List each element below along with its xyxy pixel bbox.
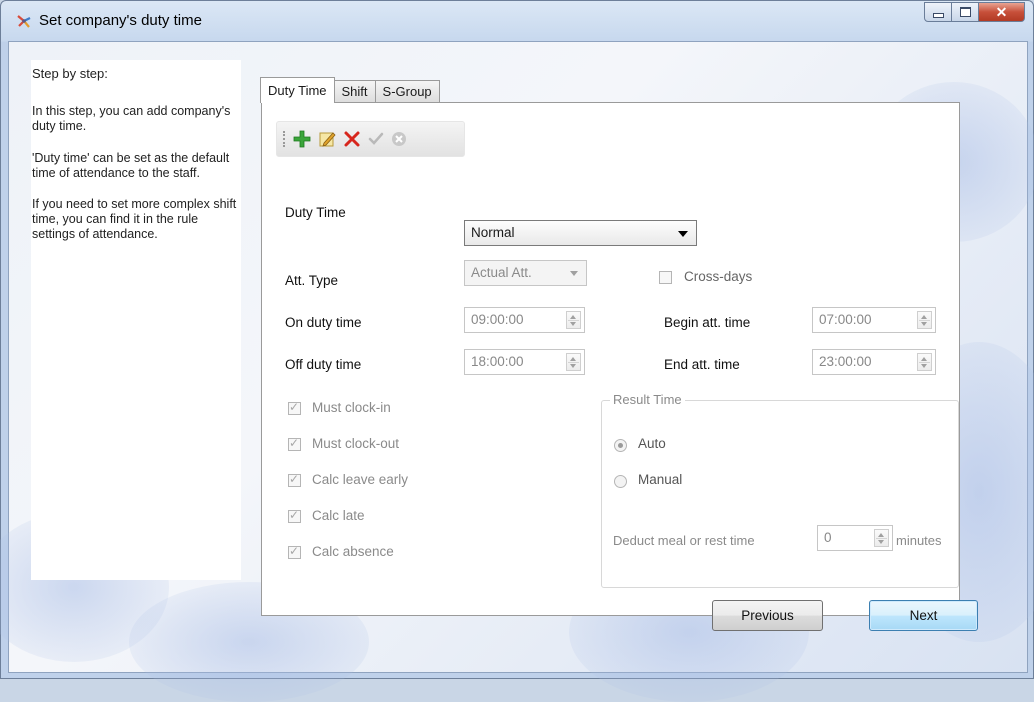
calc-absence-label: Calc absence xyxy=(312,544,394,559)
close-button[interactable]: ✕ xyxy=(979,2,1025,22)
end-att-time-input[interactable]: 23:00:00 xyxy=(812,349,936,375)
must-clock-out-checkbox[interactable] xyxy=(288,436,301,451)
att-type-label: Att. Type xyxy=(285,273,339,288)
off-duty-label: Off duty time xyxy=(285,357,362,372)
duty-time-value: Normal xyxy=(471,225,515,240)
minutes-label: minutes xyxy=(896,533,942,548)
off-duty-value: 18:00:00 xyxy=(471,354,524,369)
dialog-body: Step by step: In this step, you can add … xyxy=(0,41,1034,702)
att-type-value: Actual Att. xyxy=(471,265,532,280)
duty-time-label: Duty Time xyxy=(285,205,346,220)
cross-days-checkbox[interactable] xyxy=(659,271,672,284)
duty-time-panel: Duty Time Normal Att. Type Actual Att. C… xyxy=(261,102,960,616)
spinner-icon[interactable] xyxy=(917,311,932,329)
calc-late-checkbox[interactable] xyxy=(288,508,301,523)
off-duty-time-input[interactable]: 18:00:00 xyxy=(464,349,585,375)
edit-icon xyxy=(319,132,336,147)
help-heading: Step by step: xyxy=(32,66,108,81)
help-panel: Step by step: In this step, you can add … xyxy=(31,60,241,580)
help-paragraph: In this step, you can add company's duty… xyxy=(32,104,231,133)
help-paragraph: 'Duty time' can be set as the default ti… xyxy=(32,151,230,180)
maximize-icon xyxy=(959,7,971,17)
help-paragraph: If you need to set more complex shift ti… xyxy=(32,197,237,241)
result-time-title: Result Time xyxy=(610,392,685,407)
must-clock-in-checkbox[interactable] xyxy=(288,400,301,415)
result-time-group: Result Time Auto Manual Deduct meal or r… xyxy=(601,392,959,588)
duty-time-select[interactable]: Normal xyxy=(464,220,697,246)
delete-button[interactable] xyxy=(341,128,363,150)
add-button[interactable] xyxy=(291,128,313,150)
cancel-icon xyxy=(392,132,406,146)
tab-s-group[interactable]: S-Group xyxy=(374,80,440,103)
tab-duty-time[interactable]: Duty Time xyxy=(260,77,335,103)
confirm-icon xyxy=(368,132,384,145)
window-title: Set company's duty time xyxy=(39,12,202,29)
add-icon xyxy=(293,130,311,148)
deduct-label: Deduct meal or rest time xyxy=(613,533,755,548)
must-clock-in-label: Must clock-in xyxy=(312,400,391,415)
begin-att-time-input[interactable]: 07:00:00 xyxy=(812,307,936,333)
begin-att-value: 07:00:00 xyxy=(819,312,872,327)
app-icon xyxy=(17,15,31,28)
minimize-button[interactable] xyxy=(924,2,952,22)
calc-late-label: Calc late xyxy=(312,508,365,523)
must-clock-out-label: Must clock-out xyxy=(312,436,400,451)
dialog-window: Set company's duty time ✕ Step by step: … xyxy=(0,0,1034,702)
on-duty-time-input[interactable]: 09:00:00 xyxy=(464,307,585,333)
calc-leave-early-checkbox[interactable] xyxy=(288,472,301,487)
manual-radio[interactable] xyxy=(614,475,627,488)
auto-radio[interactable] xyxy=(614,439,627,452)
next-button[interactable]: Next xyxy=(869,600,978,631)
spinner-icon[interactable] xyxy=(566,311,581,329)
confirm-button[interactable] xyxy=(365,128,387,150)
chevron-down-icon xyxy=(678,231,688,237)
tab-shift[interactable]: Shift xyxy=(333,80,376,103)
att-type-select[interactable]: Actual Att. xyxy=(464,260,587,286)
cancel-button[interactable] xyxy=(388,128,410,150)
chevron-down-icon xyxy=(570,271,578,276)
cross-days-label: Cross-days xyxy=(684,269,753,284)
end-att-value: 23:00:00 xyxy=(819,354,872,369)
calc-absence-checkbox[interactable] xyxy=(288,544,301,559)
end-att-label: End att. time xyxy=(664,357,740,372)
begin-att-label: Begin att. time xyxy=(664,315,751,330)
on-duty-value: 09:00:00 xyxy=(471,312,524,327)
toolbar-grip[interactable] xyxy=(283,131,287,147)
on-duty-label: On duty time xyxy=(285,315,362,330)
spinner-icon[interactable] xyxy=(874,529,889,547)
minimize-icon xyxy=(932,12,944,18)
delete-icon xyxy=(344,131,360,147)
title-bar[interactable]: Set company's duty time ✕ xyxy=(1,1,1033,41)
previous-button[interactable]: Previous xyxy=(712,600,823,631)
toolbar xyxy=(276,121,465,157)
window-controls: ✕ xyxy=(924,2,1025,24)
deduct-value: 0 xyxy=(824,530,832,545)
deduct-minutes-input[interactable]: 0 xyxy=(817,525,893,551)
spinner-icon[interactable] xyxy=(917,353,932,371)
tab-strip: Duty Time Shift S-Group xyxy=(260,77,440,103)
auto-label: Auto xyxy=(638,436,666,451)
calc-leave-early-label: Calc leave early xyxy=(312,472,409,487)
maximize-button[interactable] xyxy=(952,2,979,22)
close-icon: ✕ xyxy=(995,3,1008,20)
manual-label: Manual xyxy=(638,472,683,487)
edit-button[interactable] xyxy=(316,128,338,150)
spinner-icon[interactable] xyxy=(566,353,581,371)
